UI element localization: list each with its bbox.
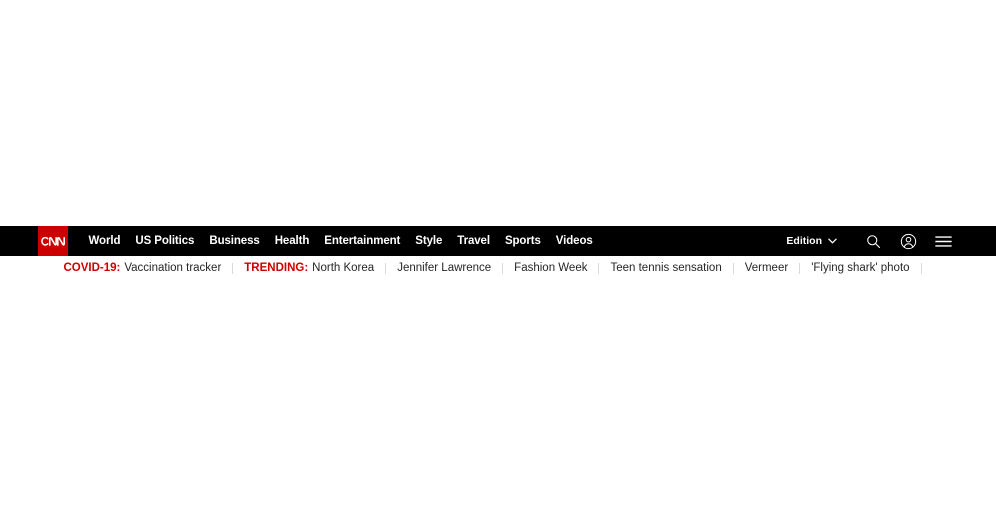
trending-item-label: TRENDING: xyxy=(244,262,309,274)
trending-item-fashion-week[interactable]: Fashion Week xyxy=(514,262,587,274)
trending-separator xyxy=(799,262,801,274)
trending-item-covid-19[interactable]: COVID-19: Vaccination tracker xyxy=(63,262,221,274)
trending-topics-list: COVID-19: Vaccination tracker TRENDING: … xyxy=(63,256,932,280)
cnn-logo[interactable] xyxy=(38,226,68,256)
trending-item-north-korea[interactable]: TRENDING: North Korea xyxy=(244,262,374,274)
chevron-down-icon xyxy=(828,238,837,244)
nav-right-actions: Edition xyxy=(786,226,996,256)
nav-link-entertainment[interactable]: Entertainment xyxy=(317,226,408,256)
trending-item-text: Teen tennis sensation xyxy=(610,262,722,274)
nav-link-business[interactable]: Business xyxy=(202,226,267,256)
trending-separator xyxy=(232,262,234,274)
primary-nav-links: World US Politics Business Health Entert… xyxy=(81,226,600,256)
nav-left-padding xyxy=(0,226,38,256)
edition-selector[interactable]: Edition xyxy=(786,235,837,247)
edition-label: Edition xyxy=(786,235,822,247)
blank-content-area xyxy=(0,280,996,496)
trending-item-text: Vermeer xyxy=(744,262,789,274)
trending-separator xyxy=(732,262,734,274)
nav-link-health[interactable]: Health xyxy=(267,226,317,256)
trending-item-text: 'Flying shark' photo xyxy=(811,262,910,274)
trending-separator-trailing xyxy=(920,262,922,274)
nav-link-sports[interactable]: Sports xyxy=(497,226,548,256)
main-navigation-bar: World US Politics Business Health Entert… xyxy=(0,226,996,256)
trending-item-jennifer-lawrence[interactable]: Jennifer Lawrence xyxy=(397,262,491,274)
trending-item-flying-shark-photo[interactable]: 'Flying shark' photo xyxy=(811,262,909,274)
nav-link-videos[interactable]: Videos xyxy=(548,226,600,256)
trending-item-teen-tennis-sensation[interactable]: Teen tennis sensation xyxy=(610,262,721,274)
trending-item-text: Fashion Week xyxy=(514,262,588,274)
search-button[interactable] xyxy=(858,226,888,256)
trending-topics-bar: COVID-19: Vaccination tracker TRENDING: … xyxy=(0,256,996,280)
page-root: World US Politics Business Health Entert… xyxy=(0,0,996,506)
trending-item-text: Vaccination tracker xyxy=(124,262,222,274)
nav-link-world[interactable]: World xyxy=(81,226,128,256)
trending-separator xyxy=(385,262,387,274)
trending-item-text: Jennifer Lawrence xyxy=(397,262,492,274)
cnn-logo-glyph xyxy=(41,236,65,246)
nav-link-us-politics[interactable]: US Politics xyxy=(128,226,202,256)
hamburger-menu-icon xyxy=(934,235,952,248)
trending-separator xyxy=(502,262,504,274)
trending-item-text: North Korea xyxy=(312,262,375,274)
nav-link-travel[interactable]: Travel xyxy=(450,226,498,256)
account-button[interactable] xyxy=(893,226,923,256)
trending-item-label: COVID-19: xyxy=(63,262,121,274)
nav-link-style[interactable]: Style xyxy=(408,226,450,256)
trending-item-vermeer[interactable]: Vermeer xyxy=(745,262,788,274)
menu-button[interactable] xyxy=(928,226,958,256)
nav-flex-spacer xyxy=(600,226,786,256)
blank-area-above-header xyxy=(0,0,996,226)
trending-separator xyxy=(598,262,600,274)
user-account-icon xyxy=(900,233,917,250)
search-icon xyxy=(866,234,881,249)
